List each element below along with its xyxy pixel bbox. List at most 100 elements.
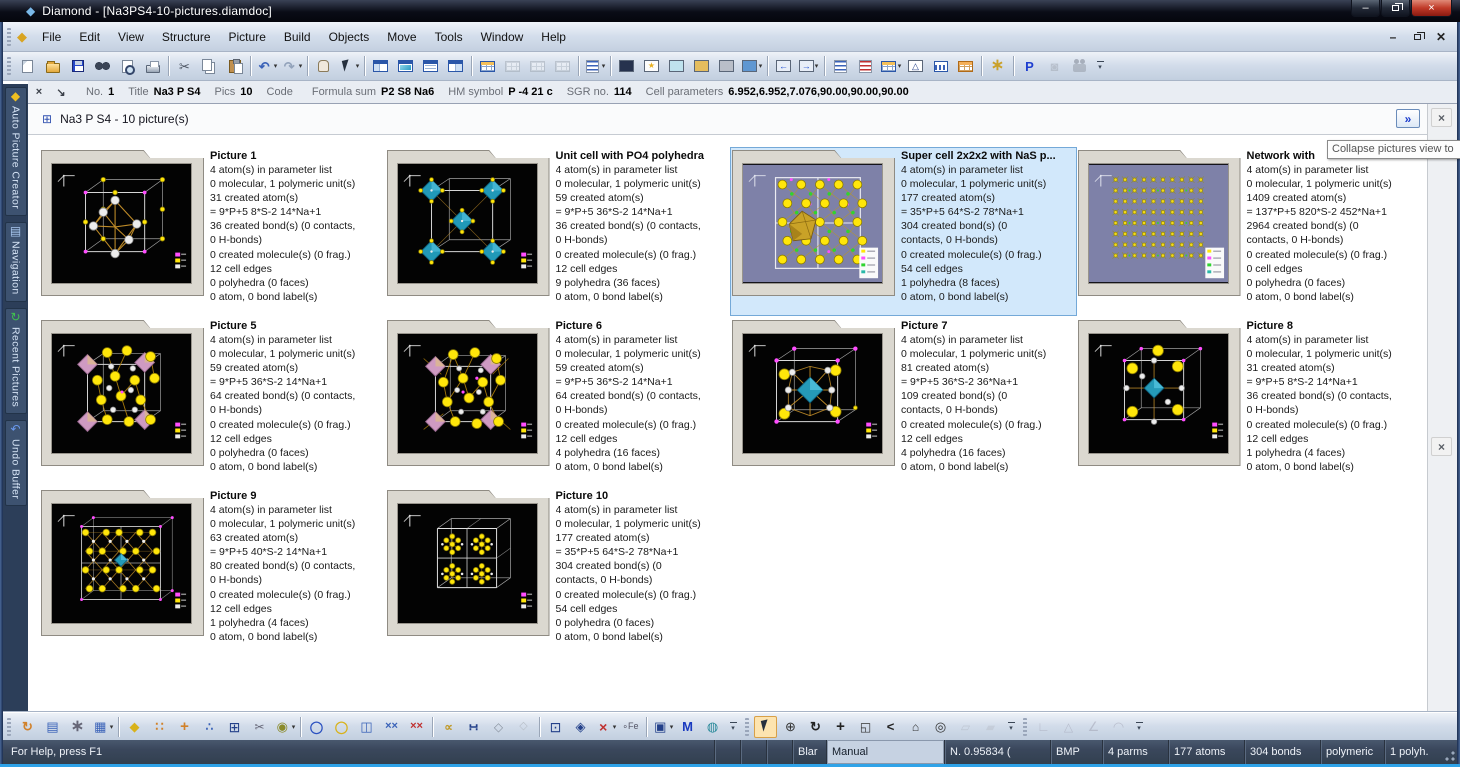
move-mode-button[interactable]: + <box>829 716 852 738</box>
menu-build[interactable]: Build <box>275 26 320 48</box>
toolbar-overflow-button[interactable]: ▾ <box>727 717 739 737</box>
report-list-button[interactable] <box>829 55 852 77</box>
fill-unit-cell-button[interactable]: ◆ <box>123 716 146 738</box>
picture-wizard-button[interactable]: ∗ <box>986 55 1009 77</box>
close-button[interactable]: × <box>1411 0 1452 17</box>
pointer-button[interactable]: ▾ <box>337 55 360 77</box>
rotate-mode-button[interactable]: ↻ <box>804 716 827 738</box>
menu-move[interactable]: Move <box>378 26 425 48</box>
menu-view[interactable]: View <box>109 26 153 48</box>
dropdown-arrow-icon[interactable]: ▾ <box>110 723 114 731</box>
toolbar-overflow-button[interactable]: ▾ <box>1133 717 1145 737</box>
goto-structure-icon[interactable]: ↘ <box>53 84 69 100</box>
connect-atoms-button[interactable]: ∴ <box>198 716 221 738</box>
table-menu-button[interactable]: ▾ <box>879 55 902 77</box>
cell-cube-button[interactable]: ⊡ <box>544 716 567 738</box>
sidebar-tab-undo-buffer[interactable]: ↶Undo Buffer <box>5 420 27 506</box>
atom-design-button[interactable]: ◉▾ <box>273 716 296 738</box>
menubar-grip[interactable] <box>7 28 11 46</box>
mdi-close-button[interactable]: ✕ <box>1433 30 1449 44</box>
toolbar-overflow-button[interactable]: ▾ <box>1005 717 1017 737</box>
picture-only-view-button[interactable] <box>394 55 417 77</box>
split-view-button[interactable] <box>444 55 467 77</box>
dropdown-arrow-icon[interactable]: ▾ <box>670 723 674 731</box>
undo-button[interactable]: ↶▾ <box>255 55 278 77</box>
dropdown-arrow-icon[interactable]: ▾ <box>299 62 303 70</box>
broken-bonds-button[interactable]: ✂ <box>248 716 271 738</box>
table-delete-button[interactable] <box>551 55 574 77</box>
destroy-bonds-button[interactable]: ×× <box>380 716 403 738</box>
model-mode-button[interactable]: M <box>676 716 699 738</box>
picture-blank-button[interactable] <box>615 55 638 77</box>
save-document-button[interactable] <box>66 55 89 77</box>
restore-button[interactable] <box>1381 0 1410 17</box>
view-options-button[interactable]: ▦▾ <box>91 716 114 738</box>
copy-button[interactable] <box>198 55 221 77</box>
picture-tile-button[interactable] <box>690 55 713 77</box>
pan-button[interactable] <box>312 55 335 77</box>
picture-thumbnail[interactable] <box>387 490 550 636</box>
picture-thumbnail[interactable] <box>1078 150 1241 296</box>
document-icon[interactable]: ◆ <box>17 29 27 45</box>
mdi-restore-button[interactable] <box>1409 30 1425 44</box>
point-symbol-button[interactable]: P <box>1018 55 1041 77</box>
menu-picture[interactable]: Picture <box>220 26 275 48</box>
table-copy-button[interactable] <box>526 55 549 77</box>
polyhedra-blue-button[interactable]: ◯ <box>305 716 328 738</box>
mdi-minimize-button[interactable]: – <box>1385 30 1401 44</box>
measure-distance-button[interactable]: ∟ <box>1032 716 1055 738</box>
dropdown-arrow-icon[interactable]: ▾ <box>602 62 606 70</box>
sidebar-tab-auto-picture-creator[interactable]: ◆Auto Picture Creator <box>5 87 27 216</box>
print-button[interactable] <box>141 55 164 77</box>
structure-picture-view-button[interactable] <box>369 55 392 77</box>
spin-mode-button[interactable]: ◎ <box>929 716 952 738</box>
properties-list-button[interactable] <box>854 55 877 77</box>
toolbar-grip[interactable] <box>7 718 11 736</box>
menu-objects[interactable]: Objects <box>320 26 379 48</box>
picture-card-2[interactable]: Unit cell with PO4 polyhedra4 atom(s) in… <box>386 148 731 315</box>
tracking-a-button[interactable]: ▱ <box>954 716 977 738</box>
menu-help[interactable]: Help <box>532 26 575 48</box>
packing-mode-button[interactable]: ▣▾ <box>651 716 674 738</box>
picture-card-1[interactable]: Picture 14 atom(s) in parameter list0 mo… <box>40 148 385 315</box>
delete-object-button[interactable]: ×▾ <box>594 716 617 738</box>
open-document-button[interactable] <box>41 55 64 77</box>
close-structure-icon[interactable]: × <box>31 84 47 100</box>
picture-new-button[interactable] <box>640 55 663 77</box>
sidebar-tab-navigation[interactable]: ▤Navigation <box>5 222 27 302</box>
destroy-all-button[interactable]: ×× <box>405 716 428 738</box>
collapse-pictures-button[interactable]: » <box>1396 109 1420 128</box>
close-lower-pane-button[interactable]: × <box>1431 437 1452 456</box>
menu-structure[interactable]: Structure <box>153 26 220 48</box>
menu-window[interactable]: Window <box>472 26 533 48</box>
toolbar-grip[interactable] <box>7 57 11 75</box>
elevation-mode-button[interactable]: ⌂ <box>904 716 927 738</box>
translate-mode-button[interactable]: ⊕ <box>779 716 802 738</box>
cut-button[interactable]: ✂ <box>173 55 196 77</box>
dropdown-arrow-icon[interactable]: ▾ <box>815 62 819 70</box>
ring-search-button[interactable]: ◇ <box>487 716 510 738</box>
picture-card-5[interactable]: Picture 54 atom(s) in parameter list0 mo… <box>40 318 385 485</box>
picture-add-button[interactable] <box>665 55 688 77</box>
new-document-button[interactable] <box>16 55 39 77</box>
picture-thumbnail[interactable] <box>732 150 895 296</box>
picture-card-7[interactable]: Picture 74 atom(s) in parameter list0 mo… <box>731 318 1076 485</box>
minimize-button[interactable]: – <box>1351 0 1380 17</box>
toolbar-grip[interactable] <box>745 718 749 736</box>
picture-lock-button[interactable] <box>715 55 738 77</box>
polyhedra-gold-button[interactable]: ◯ <box>330 716 353 738</box>
next-picture-button[interactable]: →▾ <box>797 55 820 77</box>
menu-edit[interactable]: Edit <box>70 26 109 48</box>
picture-card-4[interactable]: Network with4 atom(s) in parameter list0… <box>1077 148 1422 315</box>
print-preview-button[interactable] <box>116 55 139 77</box>
ring-search-alt-button[interactable]: ◇ <box>512 716 535 738</box>
picture-card-3[interactable]: Super cell 2x2x2 with NaS p...4 atom(s) … <box>731 148 1076 315</box>
toolbar-overflow-button[interactable]: ▾ <box>1094 56 1106 76</box>
lattice-plane-button[interactable]: ◈ <box>569 716 592 738</box>
menu-tools[interactable]: Tools <box>426 26 472 48</box>
find-button[interactable] <box>91 55 114 77</box>
auto-build-wizard-button[interactable]: ∗ <box>66 716 89 738</box>
table-new-structure-button[interactable] <box>476 55 499 77</box>
redo-button[interactable]: ↷▾ <box>280 55 303 77</box>
picture-thumbnail[interactable] <box>41 150 204 296</box>
